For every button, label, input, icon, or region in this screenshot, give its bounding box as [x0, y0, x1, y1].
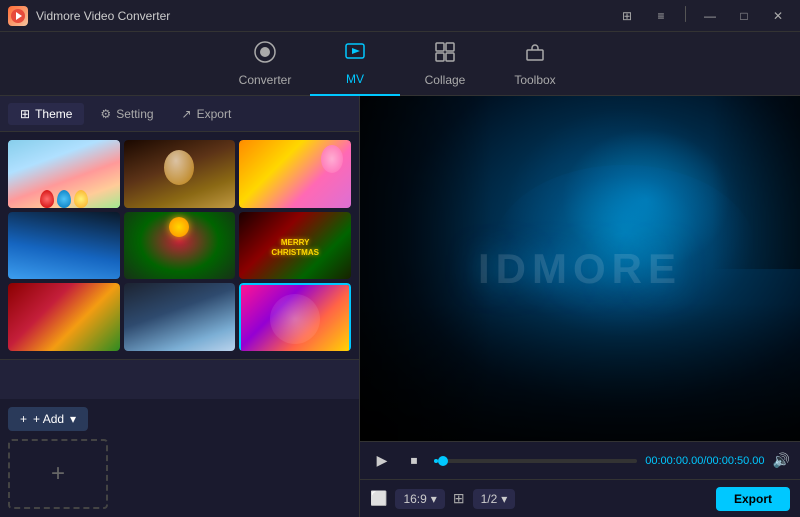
page-value: 1/2	[481, 492, 498, 506]
nav-toolbox[interactable]: Toolbox	[490, 32, 580, 96]
add-button-label: + Add	[33, 412, 64, 426]
export-tab-icon: ↗	[182, 107, 192, 121]
thumbnail-strip[interactable]	[0, 359, 359, 399]
theme-simple[interactable]: Simple	[8, 212, 120, 280]
page-selector[interactable]: 1/2 ▾	[473, 489, 516, 509]
tabs-icon[interactable]: ⊞	[613, 6, 641, 26]
nav-mv[interactable]: MV	[310, 32, 400, 96]
add-button[interactable]: + + Add ▾	[8, 407, 88, 431]
video-preview: IDMORE	[360, 96, 800, 441]
nav-toolbox-label: Toolbox	[514, 73, 555, 87]
divider	[685, 6, 686, 22]
minimize-button[interactable]: —	[696, 6, 724, 26]
nav-collage[interactable]: Collage	[400, 32, 490, 96]
theme-happy[interactable]: Happy	[239, 140, 351, 208]
theme-snowy-night[interactable]: Snowy Night	[124, 283, 236, 351]
tab-theme[interactable]: ⊞ Theme	[8, 103, 84, 125]
add-chevron-icon: ▾	[70, 412, 76, 426]
add-placeholder[interactable]: +	[8, 439, 108, 509]
title-bar-left: Vidmore Video Converter	[8, 6, 170, 26]
bottom-controls: ⬜ 16:9 ▾ ⊞ 1/2 ▾ Export	[360, 479, 800, 517]
nav-collage-label: Collage	[425, 73, 466, 87]
ratio-selector[interactable]: 16:9 ▾	[395, 489, 444, 509]
panel-tabs: ⊞ Theme ⚙ Setting ↗ Export	[0, 96, 359, 132]
theme-neat[interactable]: Neat	[124, 140, 236, 208]
tab-export[interactable]: ↗ Export	[170, 103, 244, 125]
nav-converter-label: Converter	[239, 73, 292, 87]
main-content: ⊞ Theme ⚙ Setting ↗ Export	[0, 96, 800, 517]
title-bar: Vidmore Video Converter ⊞ ≡ — □ ✕	[0, 0, 800, 32]
play-icon: ▶	[377, 452, 388, 469]
theme-chic[interactable]: Chic	[8, 140, 120, 208]
time-display: 00:00:00.00/00:00:50.00	[645, 455, 764, 467]
add-area: + + Add ▾ +	[0, 399, 359, 517]
stop-icon: ⏹	[411, 452, 418, 469]
export-button[interactable]: Export	[716, 487, 790, 511]
setting-tab-label: Setting	[116, 107, 153, 121]
play-button[interactable]: ▶	[370, 449, 394, 473]
theme-tab-label: Theme	[35, 107, 72, 121]
title-bar-controls: ⊞ ≡ — □ ✕	[613, 6, 792, 26]
setting-tab-icon: ⚙	[100, 107, 111, 121]
nav-converter[interactable]: Converter	[220, 32, 310, 96]
tab-setting[interactable]: ⚙ Setting	[88, 103, 165, 125]
add-plus-icon: +	[20, 412, 27, 426]
menu-icon[interactable]: ≡	[647, 6, 675, 26]
left-panel: ⊞ Theme ⚙ Setting ↗ Export	[0, 96, 360, 517]
export-tab-label: Export	[197, 107, 232, 121]
app-logo	[8, 6, 28, 26]
ratio-value: 16:9	[403, 492, 426, 506]
theme-santa-claus[interactable]: Santa Claus	[8, 283, 120, 351]
theme-merry-christmas[interactable]: MERRYCHRISTMAS Merry Christmas	[239, 212, 351, 280]
progress-bar[interactable]	[434, 459, 637, 463]
page-chevron-icon: ▾	[501, 492, 507, 506]
theme-stripes-waves[interactable]: Stripes & Waves	[239, 283, 351, 351]
theme-tab-icon: ⊞	[20, 107, 30, 121]
toolbox-icon	[524, 41, 546, 69]
collage-icon	[434, 41, 456, 69]
progress-thumb[interactable]	[438, 456, 448, 466]
maximize-button[interactable]: □	[730, 6, 758, 26]
add-placeholder-icon: +	[51, 460, 65, 488]
nav-bar: Converter MV Collage Toolb	[0, 32, 800, 96]
theme-christmas-eve[interactable]: Christmas Eve	[124, 212, 236, 280]
theme-grid: Chic Neat Happy Simple	[0, 132, 359, 359]
volume-icon[interactable]: 🔊	[773, 452, 790, 469]
aspect-ratio-icon: ⬜	[370, 490, 387, 507]
close-button[interactable]: ✕	[764, 6, 792, 26]
nav-mv-label: MV	[346, 72, 364, 86]
app-title: Vidmore Video Converter	[36, 9, 170, 23]
time-current: 00:00:00.00	[645, 455, 703, 467]
right-panel: IDMORE ▶ ⏹ 00:00:00.00/00:00:50.00 🔊 ⬜	[360, 96, 800, 517]
time-total: 00:00:50.00	[706, 455, 764, 467]
controls-bar: ▶ ⏹ 00:00:00.00/00:00:50.00 🔊	[360, 441, 800, 479]
mv-icon	[344, 40, 366, 68]
converter-icon	[254, 41, 276, 69]
stop-button[interactable]: ⏹	[402, 449, 426, 473]
page-icon: ⊞	[453, 490, 465, 507]
video-watermark: IDMORE	[478, 245, 682, 293]
ratio-chevron-icon: ▾	[431, 492, 437, 506]
